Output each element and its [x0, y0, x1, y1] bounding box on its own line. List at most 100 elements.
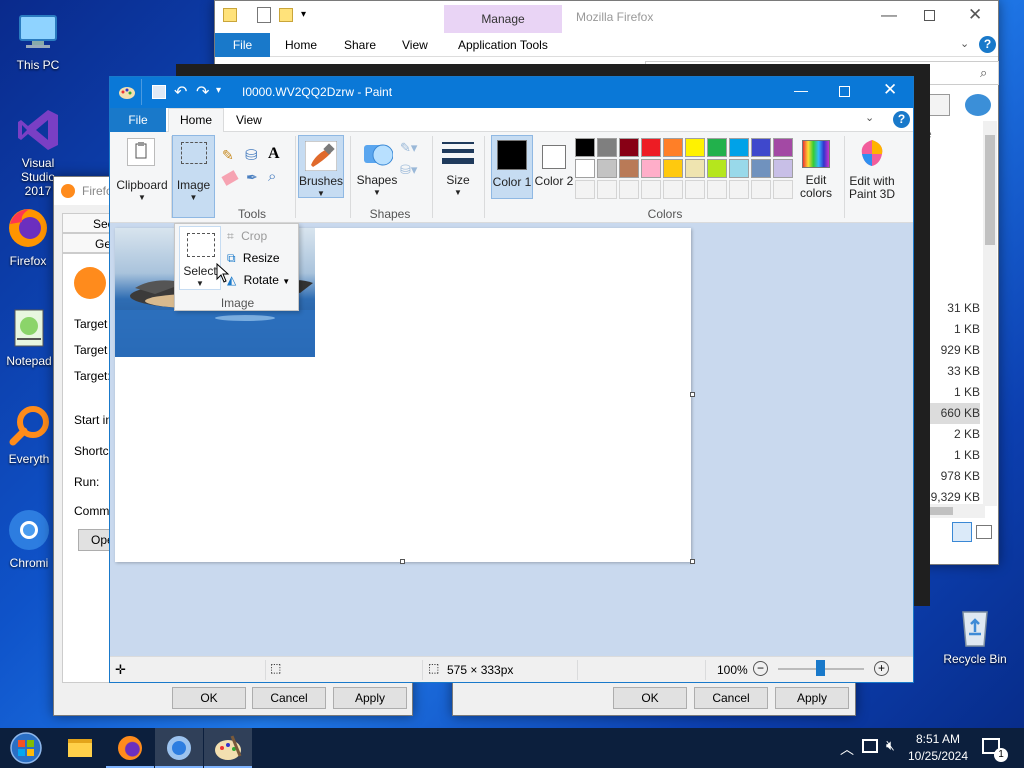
clipboard-button[interactable]: Clipboard ▼ — [115, 136, 169, 202]
scrollbar-thumb[interactable] — [985, 135, 995, 245]
pencil-icon[interactable]: ✎ — [222, 147, 234, 164]
ribbon-expand-icon[interactable]: ⌄ — [960, 37, 969, 50]
new-folder-icon[interactable] — [279, 8, 293, 22]
palette-custom-slot[interactable] — [685, 180, 705, 199]
zoom-out-button[interactable]: − — [753, 661, 768, 676]
cancel-button[interactable]: Cancel — [694, 687, 768, 709]
quick-access-dropdown-icon[interactable]: ▾ — [301, 9, 306, 20]
ok-button[interactable]: OK — [172, 687, 246, 709]
palette-custom-slot[interactable] — [597, 180, 617, 199]
ok-button[interactable]: OK — [613, 687, 687, 709]
palette-custom-slot[interactable] — [751, 180, 771, 199]
quick-access-dropdown-icon[interactable]: ▾ — [216, 85, 221, 96]
desktop-icon-firefox[interactable]: Firefox — [0, 204, 58, 268]
palette-custom-slot[interactable] — [707, 180, 727, 199]
edit-with-paint3d-button[interactable]: Edit with Paint 3D — [846, 135, 898, 201]
rotate-button[interactable]: ◭ Rotate ▼ — [227, 273, 299, 291]
start-button[interactable] — [2, 728, 50, 768]
tab-application-tools[interactable]: Application Tools — [458, 38, 548, 52]
minimize-icon[interactable]: — — [794, 82, 808, 98]
size-button[interactable]: Size ▼ — [438, 135, 478, 198]
help-icon[interactable]: ? — [893, 111, 910, 128]
palette-color-swatch[interactable] — [707, 159, 727, 178]
zoom-slider-thumb[interactable] — [816, 660, 825, 676]
close-icon[interactable]: ✕ — [968, 5, 982, 25]
paint-app-icon[interactable] — [118, 84, 136, 100]
palette-color-swatch[interactable] — [685, 138, 705, 157]
text-icon[interactable]: A — [268, 145, 280, 163]
outline-icon[interactable]: ✎▾ — [400, 140, 417, 156]
palette-custom-slot[interactable] — [663, 180, 683, 199]
tab-home[interactable]: Home — [285, 38, 317, 52]
palette-color-swatch[interactable] — [641, 138, 661, 157]
desktop-icon-recycle-bin[interactable]: Recycle Bin — [937, 602, 1013, 666]
resize-handle-right[interactable] — [690, 392, 695, 397]
magnifier-icon[interactable]: ⌕ — [268, 168, 276, 185]
manage-tab[interactable]: Manage — [444, 5, 562, 33]
palette-color-swatch[interactable] — [685, 159, 705, 178]
palette-custom-slot[interactable] — [575, 180, 595, 199]
ribbon-expand-icon[interactable]: ⌄ — [865, 111, 874, 124]
palette-custom-slot[interactable] — [729, 180, 749, 199]
select-button[interactable]: Select ▼ — [179, 226, 221, 290]
color2-button[interactable]: Color 2 — [534, 135, 574, 199]
palette-color-swatch[interactable] — [729, 138, 749, 157]
taskbar-firefox[interactable] — [106, 728, 154, 768]
crop-button[interactable]: ⌗ Crop — [227, 229, 297, 247]
volume-muted-icon[interactable]: 🔇︎ — [886, 737, 895, 754]
tab-home[interactable]: Home — [168, 108, 224, 133]
image-button[interactable]: Image ▼ — [172, 135, 215, 218]
show-hidden-icons-icon[interactable]: ︿ — [840, 739, 854, 759]
taskbar-paint[interactable] — [204, 728, 252, 768]
taskbar-file-explorer[interactable] — [56, 728, 104, 768]
minimize-icon[interactable]: — — [881, 7, 897, 25]
palette-custom-slot[interactable] — [641, 180, 661, 199]
save-icon[interactable] — [152, 85, 166, 99]
tab-file[interactable]: File — [215, 33, 270, 57]
palette-color-swatch[interactable] — [751, 159, 771, 178]
palette-custom-slot[interactable] — [619, 180, 639, 199]
zoom-in-button[interactable]: + — [874, 661, 889, 676]
redo-icon[interactable]: ↷ — [196, 82, 209, 102]
palette-color-swatch[interactable] — [773, 159, 793, 178]
palette-color-swatch[interactable] — [575, 159, 595, 178]
undo-icon[interactable]: ↶ — [174, 82, 187, 102]
maximize-icon[interactable] — [924, 10, 935, 21]
brushes-button[interactable]: Brushes ▼ — [298, 135, 344, 198]
resize-button[interactable]: ⧉ Resize — [227, 251, 297, 269]
edit-colors-button[interactable]: Edit colors — [798, 135, 834, 200]
fill-icon[interactable]: ⛁ — [245, 146, 258, 164]
tab-file[interactable]: File — [110, 108, 166, 132]
palette-color-swatch[interactable] — [597, 159, 617, 178]
apply-button[interactable]: Apply — [775, 687, 849, 709]
tab-view[interactable]: View — [236, 113, 262, 127]
palette-color-swatch[interactable] — [663, 159, 683, 178]
palette-color-swatch[interactable] — [641, 159, 661, 178]
preview-pane-icon[interactable] — [928, 94, 950, 116]
resize-handle-corner[interactable] — [690, 559, 695, 564]
tab-general[interactable]: Ge — [62, 233, 114, 253]
tab-share[interactable]: Share — [344, 38, 376, 52]
palette-color-swatch[interactable] — [575, 138, 595, 157]
tab-view[interactable]: View — [402, 38, 428, 52]
explorer-view-icon[interactable] — [965, 94, 991, 116]
eraser-icon[interactable] — [221, 170, 239, 186]
color1-button[interactable]: Color 1 — [491, 135, 533, 199]
palette-color-swatch[interactable] — [729, 159, 749, 178]
tab-security[interactable]: Secu — [62, 213, 120, 233]
maximize-icon[interactable] — [839, 86, 850, 97]
palette-color-swatch[interactable] — [773, 138, 793, 157]
shape-fill-icon[interactable]: ⛁▾ — [400, 162, 417, 178]
apply-button[interactable]: Apply — [333, 687, 407, 709]
color-picker-icon[interactable]: ✒ — [246, 169, 258, 186]
desktop-icon-this-pc[interactable]: This PC — [0, 8, 76, 72]
network-icon[interactable] — [862, 739, 878, 753]
palette-color-swatch[interactable] — [663, 138, 683, 157]
details-view-icon[interactable] — [952, 522, 972, 542]
help-icon[interactable]: ? — [979, 36, 996, 53]
cancel-button[interactable]: Cancel — [252, 687, 326, 709]
palette-color-swatch[interactable] — [619, 138, 639, 157]
vertical-scrollbar[interactable] — [983, 121, 997, 506]
large-icons-view-icon[interactable] — [976, 525, 992, 539]
palette-color-swatch[interactable] — [751, 138, 771, 157]
